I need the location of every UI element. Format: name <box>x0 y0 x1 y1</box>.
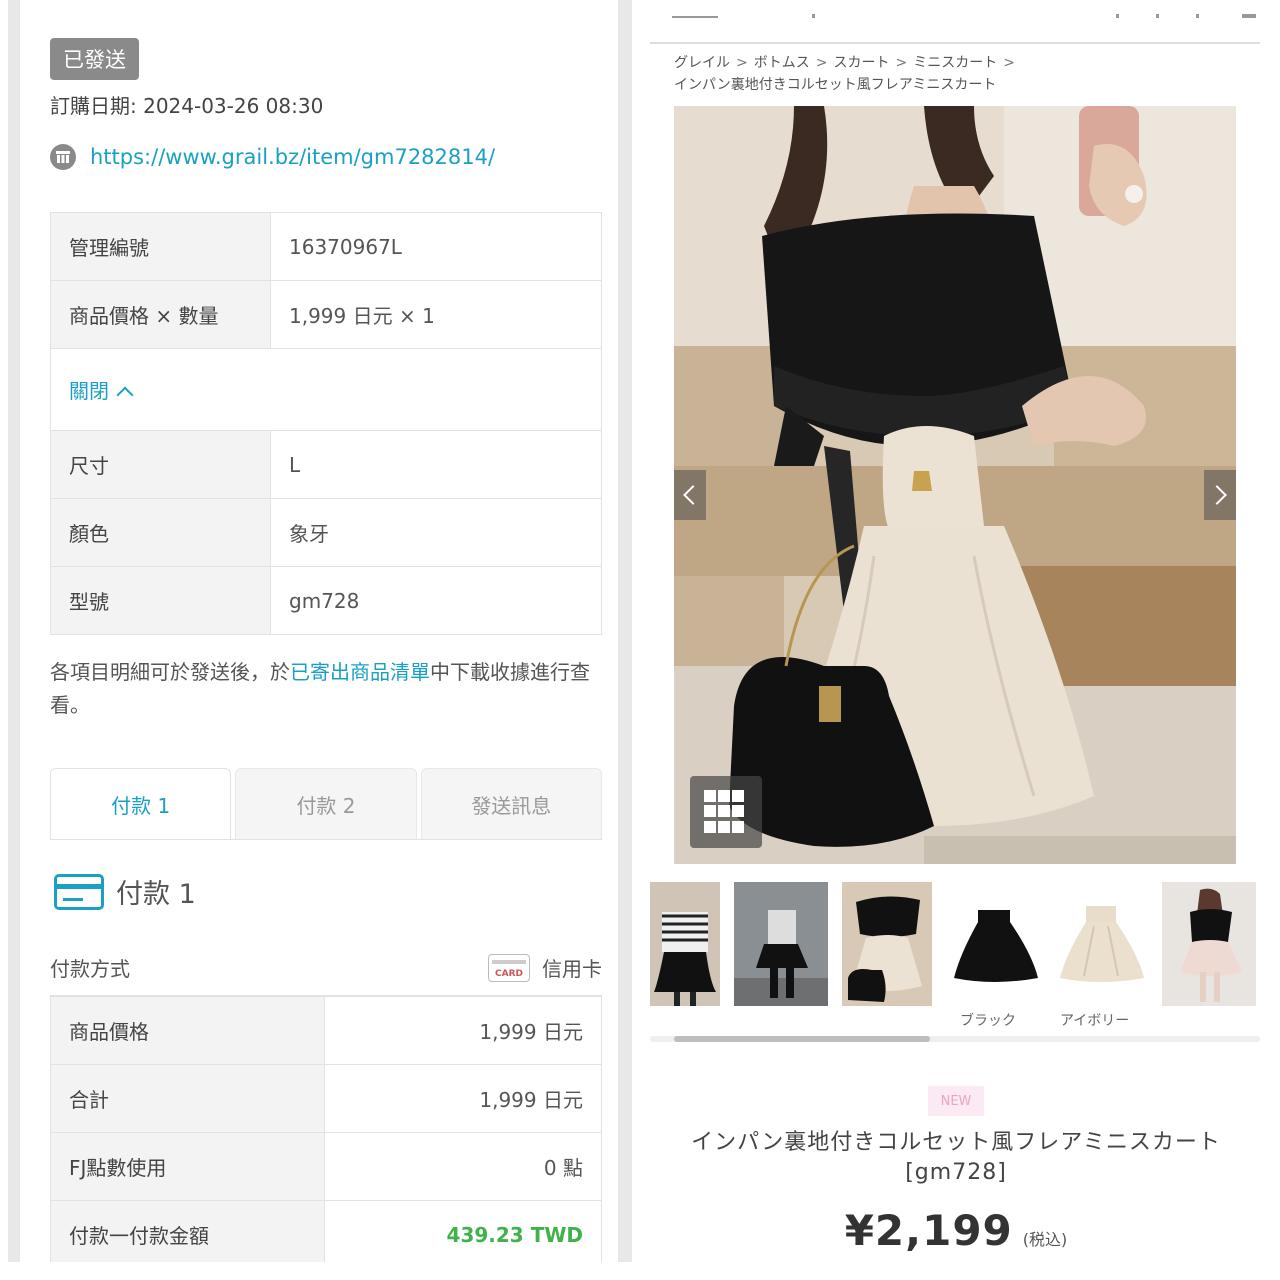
header-divider <box>650 42 1260 44</box>
breadcrumb-current: インパン裏地付きコルセット風フレアミニスカート <box>674 77 997 93</box>
thumbnail-strip: ブラック アイボリー <box>650 882 1280 1029</box>
payment-value: 1,999 日元 <box>324 996 602 1065</box>
info-value: 1,999 日元 × 1 <box>270 280 602 349</box>
table-row: 合計 1,999 日元 <box>50 1064 602 1133</box>
thumbnail[interactable] <box>734 882 828 1006</box>
grid-icon <box>718 805 730 818</box>
payment-method-row: 付款方式 CARD 信用卡 <box>50 940 602 996</box>
tab-payment-1[interactable]: 付款 1 <box>50 768 232 839</box>
payment-heading: 付款 1 <box>54 872 196 911</box>
payment-tabs: 付款 1 付款 2 發送訊息 <box>50 768 602 840</box>
chevron-up-icon <box>116 386 134 404</box>
info-value: 16370967L <box>270 212 602 281</box>
table-row: 尺寸 L <box>50 430 602 499</box>
product-link-row[interactable]: https://www.grail.bz/item/gm7282814/ <box>50 144 495 170</box>
breadcrumb-item[interactable]: ボトムス <box>754 55 810 71</box>
option-key: 尺寸 <box>50 430 271 499</box>
payment-value: 0 點 <box>324 1132 602 1201</box>
payment-title: 付款 1 <box>116 879 196 910</box>
shop-icon <box>50 144 76 170</box>
breadcrumb-item[interactable]: スカート <box>833 55 889 71</box>
payment-amount: 439.23 TWD <box>324 1200 602 1262</box>
tab-shipping-info[interactable]: 發送訊息 <box>420 768 602 839</box>
grid-icon <box>704 820 716 833</box>
card-icon: CARD <box>488 953 530 982</box>
payment-method-label: 付款方式 <box>50 957 130 981</box>
table-row: 商品價格 1,999 日元 <box>50 996 602 1065</box>
note-text: 各項目明細可於發送後，於 <box>50 660 290 684</box>
collage-gutter-bottom <box>0 1262 1280 1280</box>
option-key: 型號 <box>50 566 271 635</box>
top-nav-remnant <box>672 14 1256 18</box>
thumbnail[interactable] <box>842 882 932 1006</box>
thumbnail-ivory[interactable] <box>1054 882 1148 1006</box>
payment-method-value-wrap: CARD 信用卡 <box>488 953 602 982</box>
collapse-toggle[interactable]: 關閉 <box>50 348 602 431</box>
thumbnail[interactable] <box>650 882 720 1006</box>
order-detail-panel: 已發送 訂購日期: 2024-03-26 08:30 https://www.g… <box>32 0 618 1262</box>
table-row: 型號 gm728 <box>50 566 602 635</box>
receipt-note: 各項目明細可於發送後，於已寄出商品清單中下載收據進行查看。 <box>50 656 606 722</box>
collage-gutter-middle <box>618 0 632 1280</box>
payment-key: 商品價格 <box>50 996 325 1065</box>
chevron-right-icon <box>1207 485 1227 505</box>
new-badge: NEW <box>928 1086 984 1116</box>
shipped-items-link[interactable]: 已寄出商品清單 <box>290 660 430 684</box>
breadcrumb: グレイル > ボトムス > スカート > ミニスカート > インパン裏地付きコルセット風フレア… <box>674 52 1021 96</box>
payment-key: 付款一付款金額 <box>50 1200 325 1262</box>
order-date: 訂購日期: 2024-03-26 08:30 <box>50 94 324 118</box>
product-page-panel: グレイル > ボトムス > スカート > ミニスカート > インパン裏地付きコルセット風フレア… <box>632 0 1280 1262</box>
price-row: ¥2,199 (税込) <box>632 1206 1280 1255</box>
order-info-table: 管理編號 16370967L 商品價格 × 數量 1,999 日元 × 1 關閉… <box>50 212 602 635</box>
grid-icon <box>732 790 744 802</box>
option-value: L <box>270 430 602 499</box>
payment-method-value: 信用卡 <box>542 957 602 981</box>
table-row: 顏色 象牙 <box>50 498 602 567</box>
thumb-label-black: ブラック <box>960 1013 1016 1029</box>
grid-icon <box>718 790 730 802</box>
product-code: [gm728] <box>905 1160 1007 1185</box>
grid-icon <box>704 805 716 818</box>
thumbnail[interactable] <box>1162 882 1256 1006</box>
payment-key: 合計 <box>50 1064 325 1133</box>
payment-table: 商品價格 1,999 日元 合計 1,999 日元 FJ點數使用 0 點 付款一… <box>50 996 602 1262</box>
table-row: 付款一付款金額 439.23 TWD <box>50 1200 602 1262</box>
grid-icon <box>704 790 716 802</box>
image-prev-button[interactable] <box>674 470 706 520</box>
payment-value: 1,999 日元 <box>324 1064 602 1133</box>
toggle-row[interactable]: 關閉 <box>50 348 602 431</box>
table-row: FJ點數使用 0 點 <box>50 1132 602 1201</box>
breadcrumb-item[interactable]: グレイル <box>674 55 730 71</box>
grid-icon <box>718 820 730 833</box>
chevron-left-icon <box>683 485 703 505</box>
product-url-link[interactable]: https://www.grail.bz/item/gm7282814/ <box>90 145 495 169</box>
table-row: 商品價格 × 數量 1,999 日元 × 1 <box>50 280 602 349</box>
status-badge: 已發送 <box>50 38 139 80</box>
image-next-button[interactable] <box>1204 470 1236 520</box>
thumb-label-ivory: アイボリー <box>1060 1013 1130 1029</box>
collage-gutter-left <box>0 0 20 1280</box>
option-value: gm728 <box>270 566 602 635</box>
option-key: 顏色 <box>50 498 271 567</box>
product-title-block: インパン裏地付きコルセット風フレアミニスカート [gm728] <box>632 1128 1280 1188</box>
thumbnail-black[interactable] <box>948 882 1042 1006</box>
grid-view-button[interactable] <box>690 776 762 848</box>
product-main-image <box>674 106 1236 864</box>
product-title: インパン裏地付きコルセット風フレアミニスカート <box>691 1130 1221 1155</box>
info-key: 商品價格 × 數量 <box>50 280 271 349</box>
tab-payment-2[interactable]: 付款 2 <box>235 768 417 839</box>
product-price: ¥2,199 <box>844 1206 1013 1255</box>
breadcrumb-item[interactable]: ミニスカート <box>913 55 997 71</box>
payment-key: FJ點數使用 <box>50 1132 325 1201</box>
grid-icon <box>732 805 744 818</box>
info-key: 管理編號 <box>50 212 271 281</box>
option-value: 象牙 <box>270 498 602 567</box>
tax-label: (税込) <box>1022 1230 1068 1249</box>
collapse-label: 關閉 <box>69 379 109 403</box>
thumbnail-scrollbar[interactable] <box>650 1036 1260 1042</box>
table-row: 管理編號 16370967L <box>50 212 602 281</box>
credit-card-icon <box>54 873 104 910</box>
scrollbar-thumb[interactable] <box>674 1036 930 1042</box>
grid-icon <box>732 820 744 833</box>
